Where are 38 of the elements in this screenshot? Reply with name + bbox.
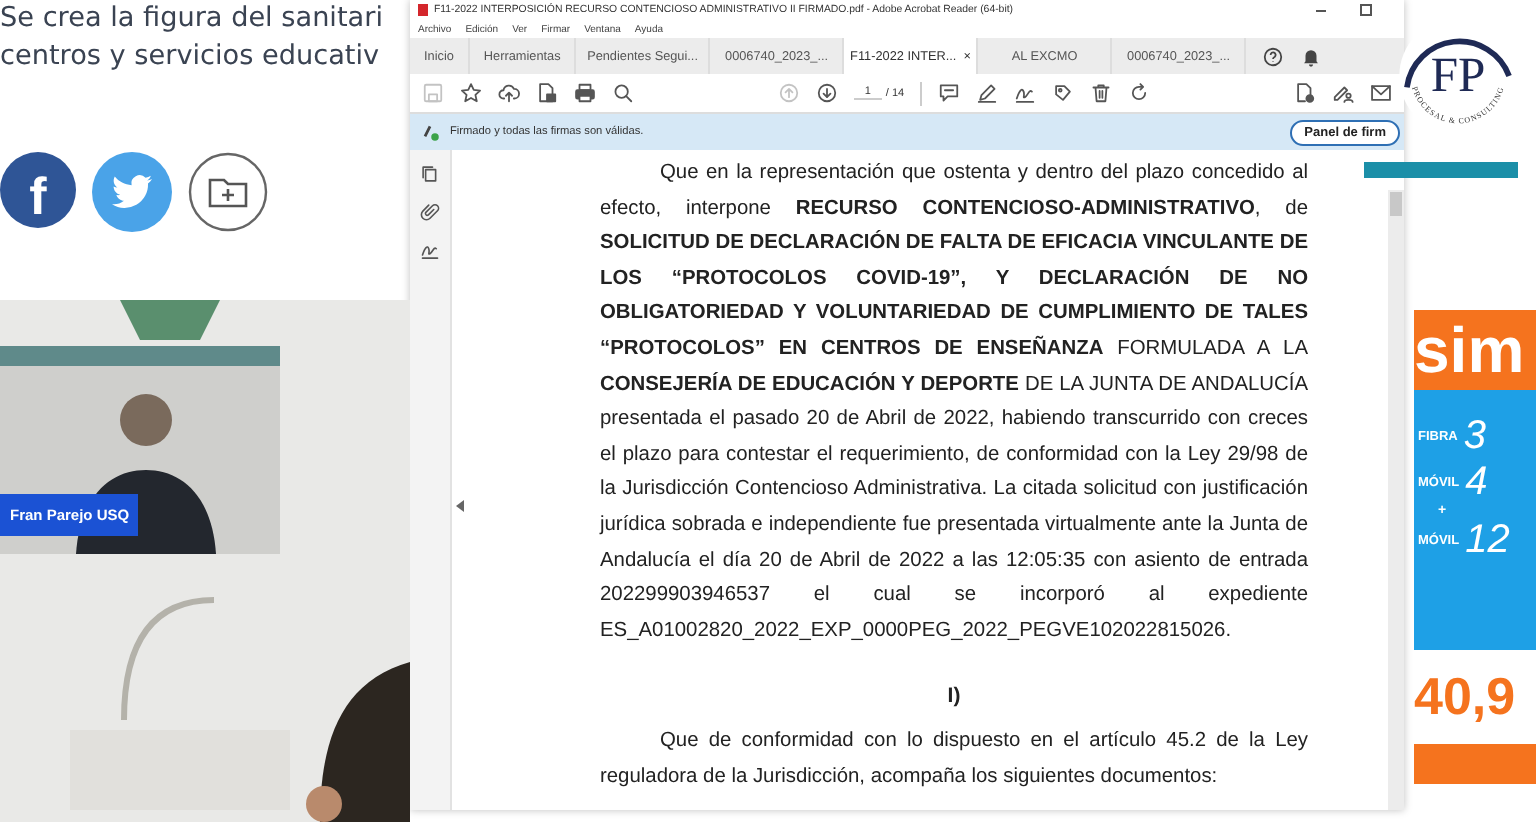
collapse-icon[interactable] (456, 500, 464, 512)
headline-text: centros y servicios educativ (0, 38, 382, 76)
signature-icon[interactable] (420, 240, 440, 260)
twitter-button[interactable] (92, 152, 172, 232)
signature-valid-icon (420, 122, 440, 142)
minimize-icon[interactable] (1316, 9, 1326, 11)
app-icon (418, 4, 428, 16)
bell-icon[interactable] (1300, 45, 1323, 67)
ad-strip (1414, 744, 1536, 784)
cloud-upload-icon[interactable] (498, 82, 520, 104)
scrollbar[interactable] (1388, 190, 1404, 810)
help-icon[interactable] (1262, 45, 1285, 67)
ad-value: 3 (1463, 414, 1486, 460)
ad-value: 12 (1465, 518, 1510, 564)
folder-plus-button[interactable] (188, 152, 268, 232)
document-edit-icon[interactable] (1294, 82, 1316, 104)
facebook-button[interactable]: f (0, 152, 76, 228)
ad-brand: sim (1414, 310, 1536, 390)
document-paragraph: Que de conformidad con lo dispuesto en el artículo 45.2 de la Ley reguladora de la Jurisdicción, acompaña los siguientes documentos: (600, 728, 1308, 792)
print-icon[interactable] (574, 82, 596, 104)
star-icon[interactable] (460, 82, 482, 104)
document-icon[interactable] (536, 82, 558, 104)
maximize-icon[interactable] (1360, 4, 1372, 16)
comment-icon[interactable] (938, 82, 961, 104)
rotate-icon[interactable] (1128, 82, 1151, 104)
search-icon[interactable] (612, 82, 634, 104)
ad-value: 4 (1465, 460, 1488, 506)
pen-icon[interactable] (976, 82, 999, 104)
ad-price: 40,9 (1414, 664, 1518, 730)
section-heading: I) (945, 684, 963, 709)
paperclip-icon[interactable] (420, 202, 440, 222)
tag-icon[interactable] (1052, 82, 1075, 104)
copy-icon[interactable] (420, 164, 440, 184)
mail-icon[interactable] (1370, 82, 1392, 104)
pen-person-icon[interactable] (1332, 82, 1354, 104)
trash-icon[interactable] (1090, 82, 1113, 104)
headline-text: Se crea la figura del sanitari (0, 0, 385, 38)
document-paragraph: Que en la representación que ostenta y dentro del plazo concedido al efecto, interpone RECURSO CONTENCIOSO-ADMINISTRATIVO, de SOLICITUD DE DECLARACIÓN DE FALTA DE EFICACIA VINCULANTE DE LOS “PROTOCOLOS COVID-19”, Y DECLARACIÓN DE NO OBLIGATORIEDAD Y VOLUNTARIEDAD DE CUMPLIMIENTO DE TALES “PROTOCOLOS” EN CENTROS DE ENSEÑANZA FORMULADA A LA CONSEJERÍA DE EDUCACIÓN Y DEPORTE DE LA JUNTA DE ANDALUCÍA presentada el pasado 20 de Abril de 2022, habiendo transcurrido con creces el plazo para contestar el requerimiento, de conformidad con la Ley 29/98 de la Jurisdicción Contencioso Administrativa. La citada solicitud con justificación jurídica sobrada e independiente fue presentada virtualmente ante la Junta de Andalucía el día 20 de Abril de 2022 a las 12:05:35 con asiento de entrada 202299903946537 el cual se incorporó al expediente ES_A01002820_2022_EXP_0000PEG_2022_PEGVE102022815026. (600, 160, 1308, 646)
